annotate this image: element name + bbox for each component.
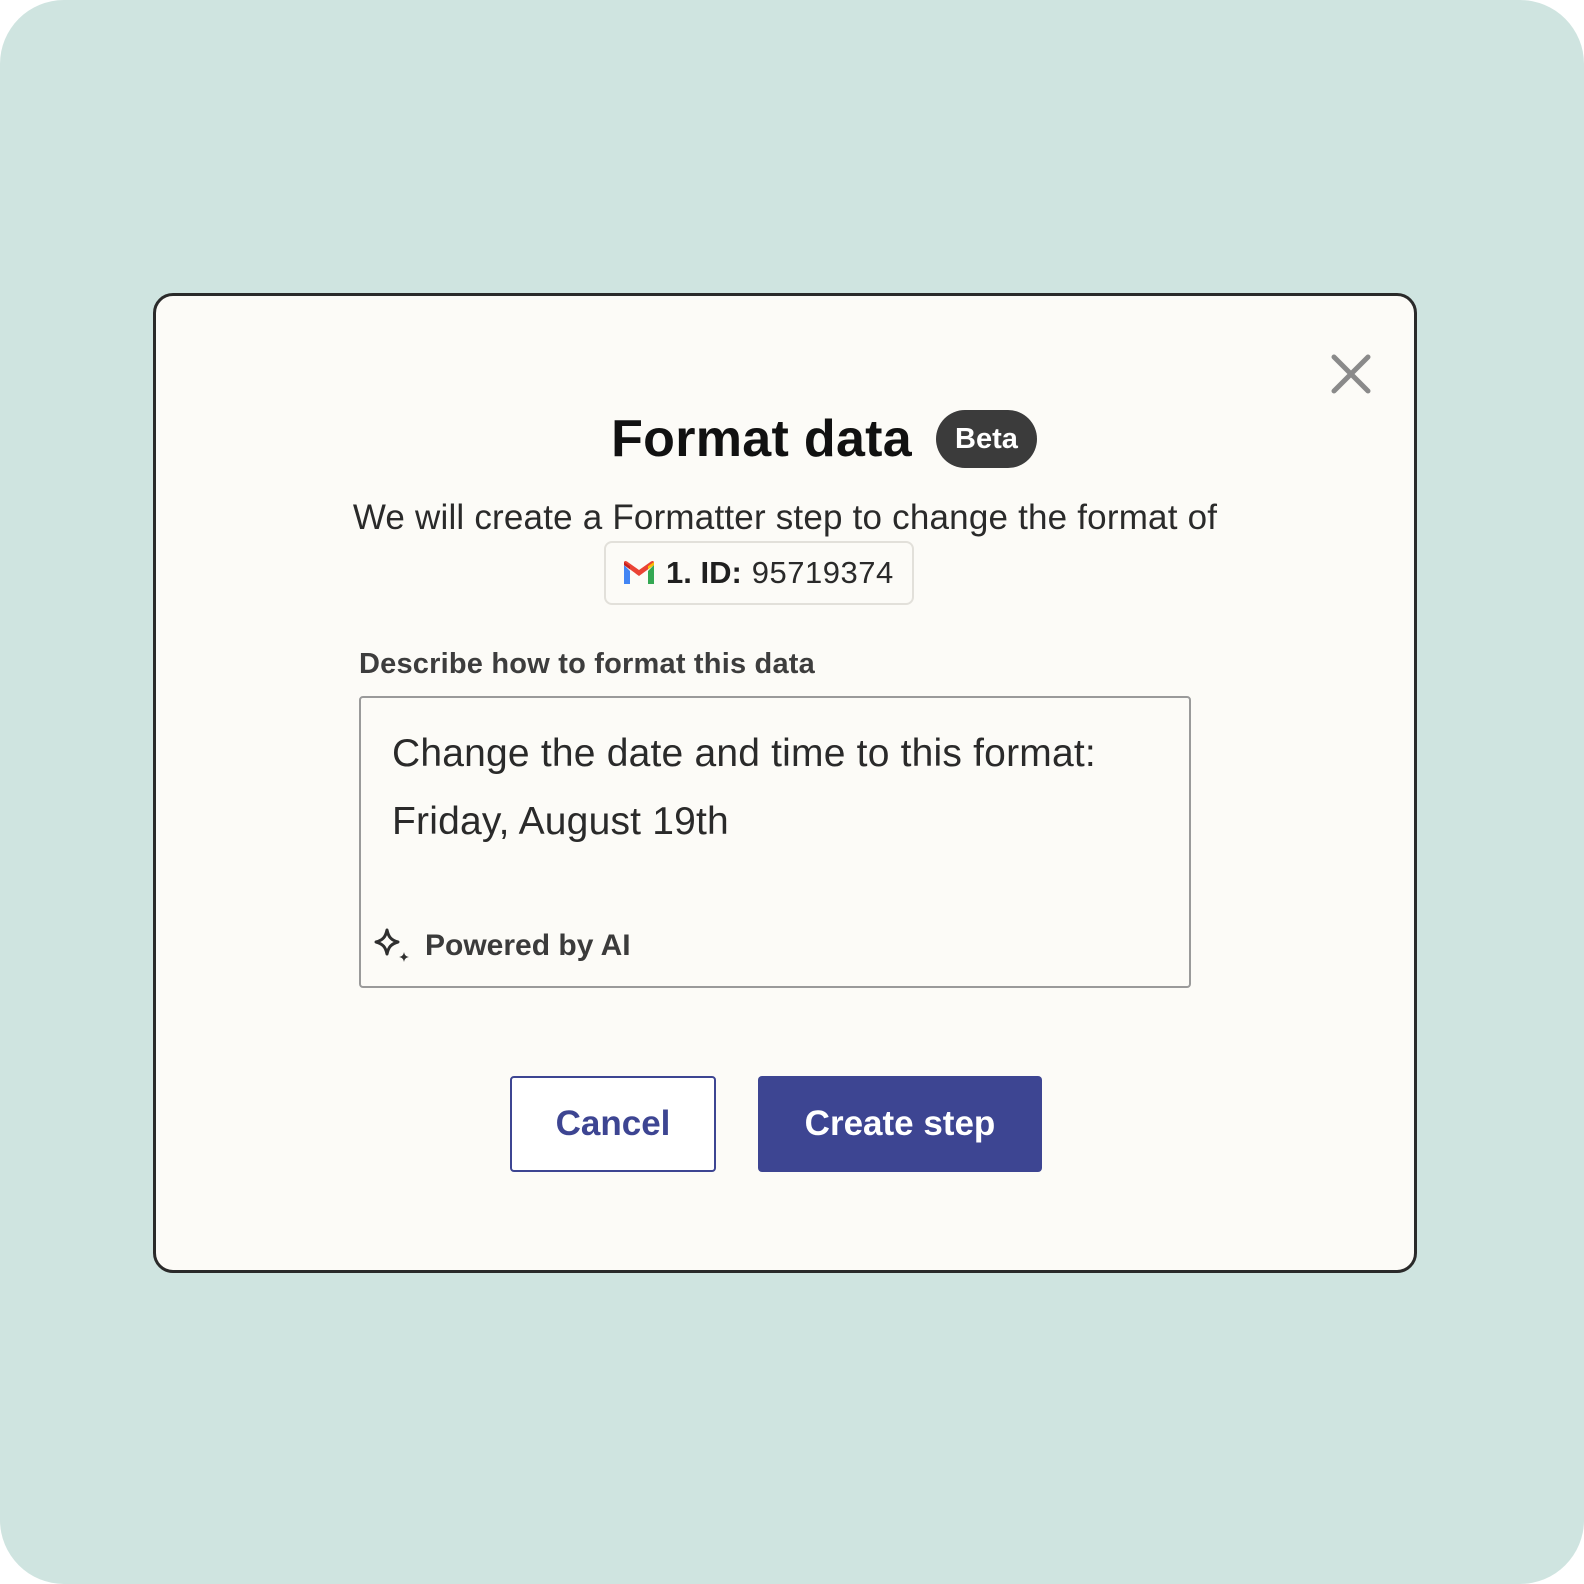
chip-label: 1. ID: [666, 555, 742, 590]
powered-by-ai: Powered by AI [369, 924, 631, 968]
format-instructions-textarea[interactable]: Change the date and time to this format:… [359, 696, 1191, 988]
dialog-header: Format data Beta [156, 404, 1414, 474]
cancel-button[interactable]: Cancel [510, 1076, 716, 1172]
beta-badge: Beta [936, 410, 1037, 468]
powered-by-label: Powered by AI [425, 929, 631, 962]
dialog-title: Format data [611, 410, 913, 468]
gmail-icon [624, 561, 654, 584]
format-data-dialog: Format data Beta We will create a Format… [153, 293, 1417, 1273]
dialog-description: We will create a Formatter step to chang… [352, 498, 1218, 537]
format-instructions-label: Describe how to format this data [359, 648, 815, 680]
format-instructions-value[interactable]: Change the date and time to this format:… [392, 720, 1172, 856]
page-background: Format data Beta We will create a Format… [0, 0, 1584, 1584]
data-field-chip: 1. ID: 95719374 [604, 541, 914, 605]
close-icon[interactable] [1328, 351, 1374, 397]
create-step-button[interactable]: Create step [758, 1076, 1042, 1172]
chip-value: 95719374 [751, 555, 894, 590]
sparkle-icon [374, 928, 409, 962]
